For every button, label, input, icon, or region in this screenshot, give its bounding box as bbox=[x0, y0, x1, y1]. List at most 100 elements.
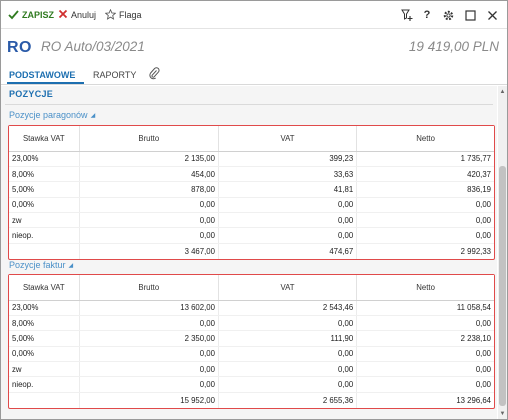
cell-vat[interactable]: 0,00 bbox=[218, 212, 358, 229]
column-header-vat[interactable]: VAT bbox=[218, 275, 358, 301]
save-button[interactable]: ZAPISZ bbox=[8, 8, 54, 22]
save-label: ZAPISZ bbox=[22, 10, 55, 20]
cell-net[interactable]: 0,00 bbox=[356, 346, 494, 363]
scroll-up-arrow-icon[interactable]: ▲ bbox=[498, 87, 507, 97]
cell-gross[interactable]: 0,00 bbox=[79, 376, 219, 393]
active-tab-indicator bbox=[7, 82, 84, 84]
cell-rate: zw bbox=[9, 212, 80, 229]
table-row[interactable]: nieop. 0,00 0,00 0,00 bbox=[9, 227, 494, 244]
cell-rate: zw bbox=[9, 361, 80, 378]
cell-total-gross: 3 467,00 bbox=[79, 242, 219, 259]
invoices-table: Stawka VAT Brutto VAT Netto 23,00% 13 60… bbox=[9, 275, 494, 408]
cell-gross[interactable]: 2 135,00 bbox=[79, 151, 219, 167]
cell-vat[interactable]: 0,00 bbox=[218, 315, 358, 332]
cell-rate: 8,00% bbox=[9, 315, 80, 332]
column-header-gross[interactable]: Brutto bbox=[79, 275, 219, 301]
table-row[interactable]: 5,00% 878,00 41,81 836,19 bbox=[9, 181, 494, 198]
cell-gross[interactable]: 878,00 bbox=[79, 181, 219, 198]
table-row[interactable]: 5,00% 2 350,00 111,90 2 238,10 bbox=[9, 330, 494, 347]
help-icon[interactable]: ? bbox=[419, 7, 435, 23]
column-header-rate[interactable]: Stawka VAT bbox=[9, 275, 80, 301]
close-x-icon bbox=[58, 9, 68, 21]
tab-attachments[interactable] bbox=[149, 67, 160, 84]
cell-gross[interactable]: 0,00 bbox=[79, 315, 219, 332]
tab-podstawowe[interactable]: PODSTAWOWE bbox=[9, 68, 75, 82]
cell-net[interactable]: 0,00 bbox=[356, 361, 494, 378]
cell-rate: nieop. bbox=[9, 376, 80, 393]
checkmark-icon bbox=[8, 9, 19, 22]
cell-net[interactable]: 0,00 bbox=[356, 227, 494, 244]
invoices-group-toggle[interactable]: Pozycje faktur ◢ bbox=[9, 260, 73, 270]
receipts-group-title: Pozycje paragonów bbox=[9, 110, 88, 120]
scrollbar-thumb[interactable] bbox=[499, 166, 506, 406]
cell-gross[interactable]: 2 350,00 bbox=[79, 330, 219, 347]
cell-gross[interactable]: 0,00 bbox=[79, 346, 219, 363]
cell-vat[interactable]: 0,00 bbox=[218, 346, 358, 363]
cell-vat[interactable]: 2 543,46 bbox=[218, 300, 358, 316]
table-row[interactable]: 8,00% 0,00 0,00 0,00 bbox=[9, 315, 494, 332]
cell-vat[interactable]: 0,00 bbox=[218, 376, 358, 393]
close-icon[interactable] bbox=[484, 7, 500, 23]
table-row[interactable]: 0,00% 0,00 0,00 0,00 bbox=[9, 197, 494, 214]
gear-icon[interactable] bbox=[440, 7, 456, 23]
cell-net[interactable]: 0,00 bbox=[356, 315, 494, 332]
cell-net[interactable]: 11 058,54 bbox=[356, 300, 494, 316]
content-area: POZYCJE Pozycje paragonów ◢ Stawka VAT B… bbox=[1, 86, 497, 419]
cell-net[interactable]: 2 238,10 bbox=[356, 330, 494, 347]
document-amount: 19 419,00 PLN bbox=[408, 39, 499, 54]
cell-gross[interactable]: 0,00 bbox=[79, 212, 219, 229]
cell-vat[interactable]: 0,00 bbox=[218, 197, 358, 214]
cell-net[interactable]: 1 735,77 bbox=[356, 151, 494, 167]
invoices-table-frame: Stawka VAT Brutto VAT Netto 23,00% 13 60… bbox=[8, 274, 495, 409]
column-header-net[interactable]: Netto bbox=[356, 126, 494, 152]
collapse-caret-icon: ◢ bbox=[68, 262, 74, 269]
column-header-rate[interactable]: Stawka VAT bbox=[9, 126, 80, 152]
table-row[interactable]: zw 0,00 0,00 0,00 bbox=[9, 212, 494, 229]
cell-total-net: 2 992,33 bbox=[356, 242, 494, 259]
cancel-button[interactable]: Anuluj bbox=[58, 8, 96, 22]
cell-rate: 5,00% bbox=[9, 181, 80, 198]
cell-vat[interactable]: 33,63 bbox=[218, 166, 358, 183]
cell-gross[interactable]: 454,00 bbox=[79, 166, 219, 183]
cell-net[interactable]: 420,37 bbox=[356, 166, 494, 183]
table-row[interactable]: 23,00% 2 135,00 399,23 1 735,77 bbox=[9, 151, 494, 167]
document-header: RO RO Auto/03/2021 19 419,00 PLN bbox=[1, 29, 507, 65]
maximize-icon[interactable] bbox=[462, 7, 478, 23]
cell-rate: 8,00% bbox=[9, 166, 80, 183]
total-row: 15 952,00 2 655,36 13 296,64 bbox=[9, 391, 494, 408]
column-header-vat[interactable]: VAT bbox=[218, 126, 358, 152]
column-header-gross[interactable]: Brutto bbox=[79, 126, 219, 152]
cell-rate: 23,00% bbox=[9, 300, 80, 316]
receipts-group-toggle[interactable]: Pozycje paragonów ◢ bbox=[9, 110, 95, 120]
cell-net[interactable]: 836,19 bbox=[356, 181, 494, 198]
cell-net[interactable]: 0,00 bbox=[356, 197, 494, 214]
cell-gross[interactable]: 0,00 bbox=[79, 361, 219, 378]
cell-rate: 23,00% bbox=[9, 151, 80, 167]
cell-vat[interactable]: 41,81 bbox=[218, 181, 358, 198]
table-row[interactable]: 23,00% 13 602,00 2 543,46 11 058,54 bbox=[9, 300, 494, 316]
section-title-pozycje: POZYCJE bbox=[9, 89, 54, 99]
cell-vat[interactable]: 0,00 bbox=[218, 227, 358, 244]
cell-net[interactable]: 0,00 bbox=[356, 376, 494, 393]
receipts-table-frame: Stawka VAT Brutto VAT Netto 23,00% 2 135… bbox=[8, 125, 495, 260]
add-filter-icon[interactable] bbox=[399, 7, 415, 23]
scroll-down-arrow-icon[interactable]: ▼ bbox=[498, 409, 507, 419]
tab-raporty[interactable]: RAPORTY bbox=[93, 68, 136, 82]
cell-net[interactable]: 0,00 bbox=[356, 212, 494, 229]
flag-button[interactable]: Flaga bbox=[104, 8, 142, 22]
cell-total-gross: 15 952,00 bbox=[79, 391, 219, 408]
cell-vat[interactable]: 399,23 bbox=[218, 151, 358, 167]
cell-gross[interactable]: 0,00 bbox=[79, 227, 219, 244]
cell-vat[interactable]: 0,00 bbox=[218, 361, 358, 378]
cell-gross[interactable]: 13 602,00 bbox=[79, 300, 219, 316]
table-row[interactable]: 0,00% 0,00 0,00 0,00 bbox=[9, 346, 494, 363]
paperclip-icon bbox=[149, 67, 160, 82]
cell-total-vat: 474,67 bbox=[218, 242, 358, 259]
cell-vat[interactable]: 111,90 bbox=[218, 330, 358, 347]
table-row[interactable]: nieop. 0,00 0,00 0,00 bbox=[9, 376, 494, 393]
cell-gross[interactable]: 0,00 bbox=[79, 197, 219, 214]
column-header-net[interactable]: Netto bbox=[356, 275, 494, 301]
table-row[interactable]: zw 0,00 0,00 0,00 bbox=[9, 361, 494, 378]
table-row[interactable]: 8,00% 454,00 33,63 420,37 bbox=[9, 166, 494, 183]
section-divider bbox=[5, 104, 493, 105]
